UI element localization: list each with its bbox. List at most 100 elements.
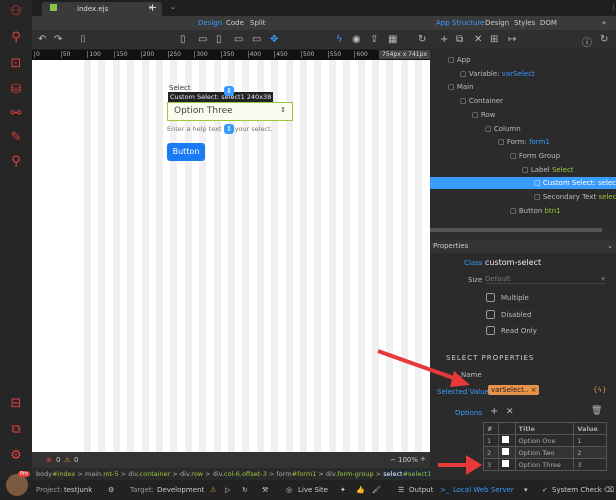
row-checkbox[interactable]	[501, 460, 509, 467]
eye-icon[interactable]: ◉	[352, 34, 361, 45]
breadcrumb-item[interactable]: div.container	[128, 470, 170, 478]
share-icon[interactable]: ⚯	[8, 106, 24, 122]
run-icon[interactable]: ▷	[225, 486, 230, 494]
phone-icon[interactable]: ▯	[180, 34, 186, 45]
tablet-landscape-icon[interactable]: ▭	[198, 34, 207, 45]
breadcrumb-item[interactable]: div.row	[180, 470, 203, 478]
build-icon[interactable]: ⚒	[262, 486, 268, 494]
row-checkbox-cell[interactable]	[497, 446, 516, 459]
option-title[interactable]: Option One	[514, 434, 575, 447]
live-site-button[interactable]: Live Site	[298, 486, 328, 494]
option-title[interactable]: Option Three	[514, 458, 575, 471]
breadcrumb-item[interactable]: form#form1	[276, 470, 316, 478]
remove-binding-icon[interactable]: ×	[531, 386, 537, 394]
inspect-icon[interactable]: ⊟	[8, 396, 24, 412]
refresh-panel-icon[interactable]: ↻	[600, 34, 608, 45]
gear-icon[interactable]: ⚙	[108, 486, 114, 494]
row-checkbox-cell[interactable]	[497, 458, 516, 471]
chevron-down-icon[interactable]: ⌄	[607, 242, 613, 250]
tree-node[interactable]: ▢ Column	[485, 125, 521, 133]
refresh-icon[interactable]: ↻	[242, 486, 248, 494]
tree-node[interactable]: ▢ Secondary Text select1	[534, 193, 616, 201]
table-row[interactable]: 2 Option Two 2	[483, 446, 607, 459]
local-server-button[interactable]: Local Web Server	[453, 486, 514, 494]
tree-node[interactable]: ▢ Button btn1	[510, 207, 561, 215]
tab-design[interactable]: Design	[198, 19, 222, 27]
disabled-checkbox[interactable]	[486, 310, 495, 319]
redo-icon[interactable]: ↷	[54, 34, 62, 45]
tree-node[interactable]: ▢ Custom Select: select1	[534, 179, 616, 187]
tree-node[interactable]: ▢ Container	[460, 97, 503, 105]
project-select[interactable]: testjunk	[64, 486, 92, 494]
tree-node[interactable]: ▢ Main	[448, 83, 474, 91]
custom-select[interactable]: Option Three ⇕	[167, 102, 293, 121]
move-out-icon[interactable]: ↦	[508, 34, 516, 45]
tree-node[interactable]: ▢ Variable: varSelect	[460, 70, 535, 78]
desktop-icon[interactable]: ▭	[252, 34, 261, 45]
breadcrumb-item[interactable]: body#index	[36, 470, 75, 478]
readonly-checkbox[interactable]	[486, 326, 495, 335]
undo-icon[interactable]: ↶	[38, 34, 46, 45]
table-row[interactable]: 3 Option Three 3	[483, 458, 607, 471]
add-icon[interactable]: +	[440, 34, 448, 45]
tab-app-structure[interactable]: App Structure	[436, 19, 484, 27]
table-row[interactable]: 1 Option One 1	[483, 434, 607, 447]
dynamic-data-icon[interactable]: {ϟ}	[593, 386, 607, 394]
tab-split[interactable]: Split	[250, 19, 266, 27]
drag-handle-icon[interactable]: ⇕	[224, 86, 234, 96]
size-select[interactable]: Default ▾	[485, 275, 605, 284]
add-option-icon[interactable]: +	[490, 406, 498, 417]
app-flow-icon[interactable]: ⚇	[8, 4, 24, 20]
properties-header[interactable]: Properties ⌄	[430, 240, 616, 253]
trash-icon[interactable]: 🗑	[591, 406, 602, 416]
sparkle-icon[interactable]: ✦	[340, 486, 346, 494]
breadcrumb-item[interactable]: div.col-6.offset-3	[213, 470, 267, 478]
camera-icon[interactable]: ⌷	[80, 34, 86, 45]
tab-code[interactable]: Code	[226, 19, 244, 27]
canvas-button[interactable]: Button	[167, 143, 205, 161]
option-value[interactable]: 1	[573, 434, 607, 447]
option-value[interactable]: 2	[573, 446, 607, 459]
eraser-icon[interactable]: ⌫	[604, 486, 614, 494]
gear-icon[interactable]: ⚙	[8, 448, 24, 464]
tab-styles[interactable]: Styles	[514, 19, 535, 27]
row-checkbox-cell[interactable]	[497, 434, 516, 447]
more-icon[interactable]: ⋮	[610, 3, 616, 11]
drag-handle-icon[interactable]: ⇕	[224, 124, 234, 134]
avatar[interactable]	[6, 474, 28, 496]
tree-node[interactable]: ▢ App	[448, 56, 471, 64]
move-icon[interactable]: ✥	[270, 34, 278, 45]
server-connect-icon[interactable]: ⚲	[8, 30, 24, 46]
horizontal-scrollbar[interactable]	[430, 228, 602, 232]
multiple-checkbox[interactable]	[486, 293, 495, 302]
edit-icon[interactable]: ✎	[8, 130, 24, 146]
new-tab-icon[interactable]: +	[148, 1, 157, 14]
search-icon[interactable]: ⚲	[8, 154, 24, 170]
warning-count[interactable]: 0	[74, 456, 78, 464]
class-input[interactable]: custom-select	[485, 258, 541, 267]
option-value[interactable]: 3	[573, 458, 607, 471]
refresh-icon[interactable]: ↻	[418, 34, 426, 45]
option-title[interactable]: Option Two	[514, 446, 575, 459]
tab-index[interactable]: index.ejs ✕	[42, 2, 162, 16]
tree-node[interactable]: ▢ Form: form1	[498, 138, 550, 146]
tree-node[interactable]: ▢ Row	[472, 111, 495, 119]
brush-icon[interactable]: 🖌	[372, 486, 381, 494]
extensions-icon[interactable]: ⧉	[8, 422, 24, 438]
wrap-icon[interactable]: ⊞	[490, 34, 498, 45]
share-icon[interactable]: ⇪	[370, 34, 378, 45]
delete-icon[interactable]: ✕	[474, 34, 482, 45]
select-label[interactable]: Select	[169, 84, 191, 92]
help-icon[interactable]: ⓘ	[582, 34, 592, 49]
tab-panel-design[interactable]: Design	[485, 19, 509, 27]
lightning-icon[interactable]: ϟ	[336, 34, 343, 45]
expand-icon[interactable]: »	[602, 19, 606, 27]
tablet-icon[interactable]: ▯	[216, 34, 222, 45]
qr-code-icon[interactable]: ▦	[388, 34, 397, 45]
row-checkbox[interactable]	[501, 448, 509, 455]
chevron-down-icon[interactable]: ⌄	[170, 3, 176, 11]
error-count[interactable]: 0	[56, 456, 60, 464]
laptop-icon[interactable]: ▭	[234, 34, 243, 45]
breadcrumb-item[interactable]: div.form-group	[326, 470, 374, 478]
output-button[interactable]: Output	[409, 486, 433, 494]
